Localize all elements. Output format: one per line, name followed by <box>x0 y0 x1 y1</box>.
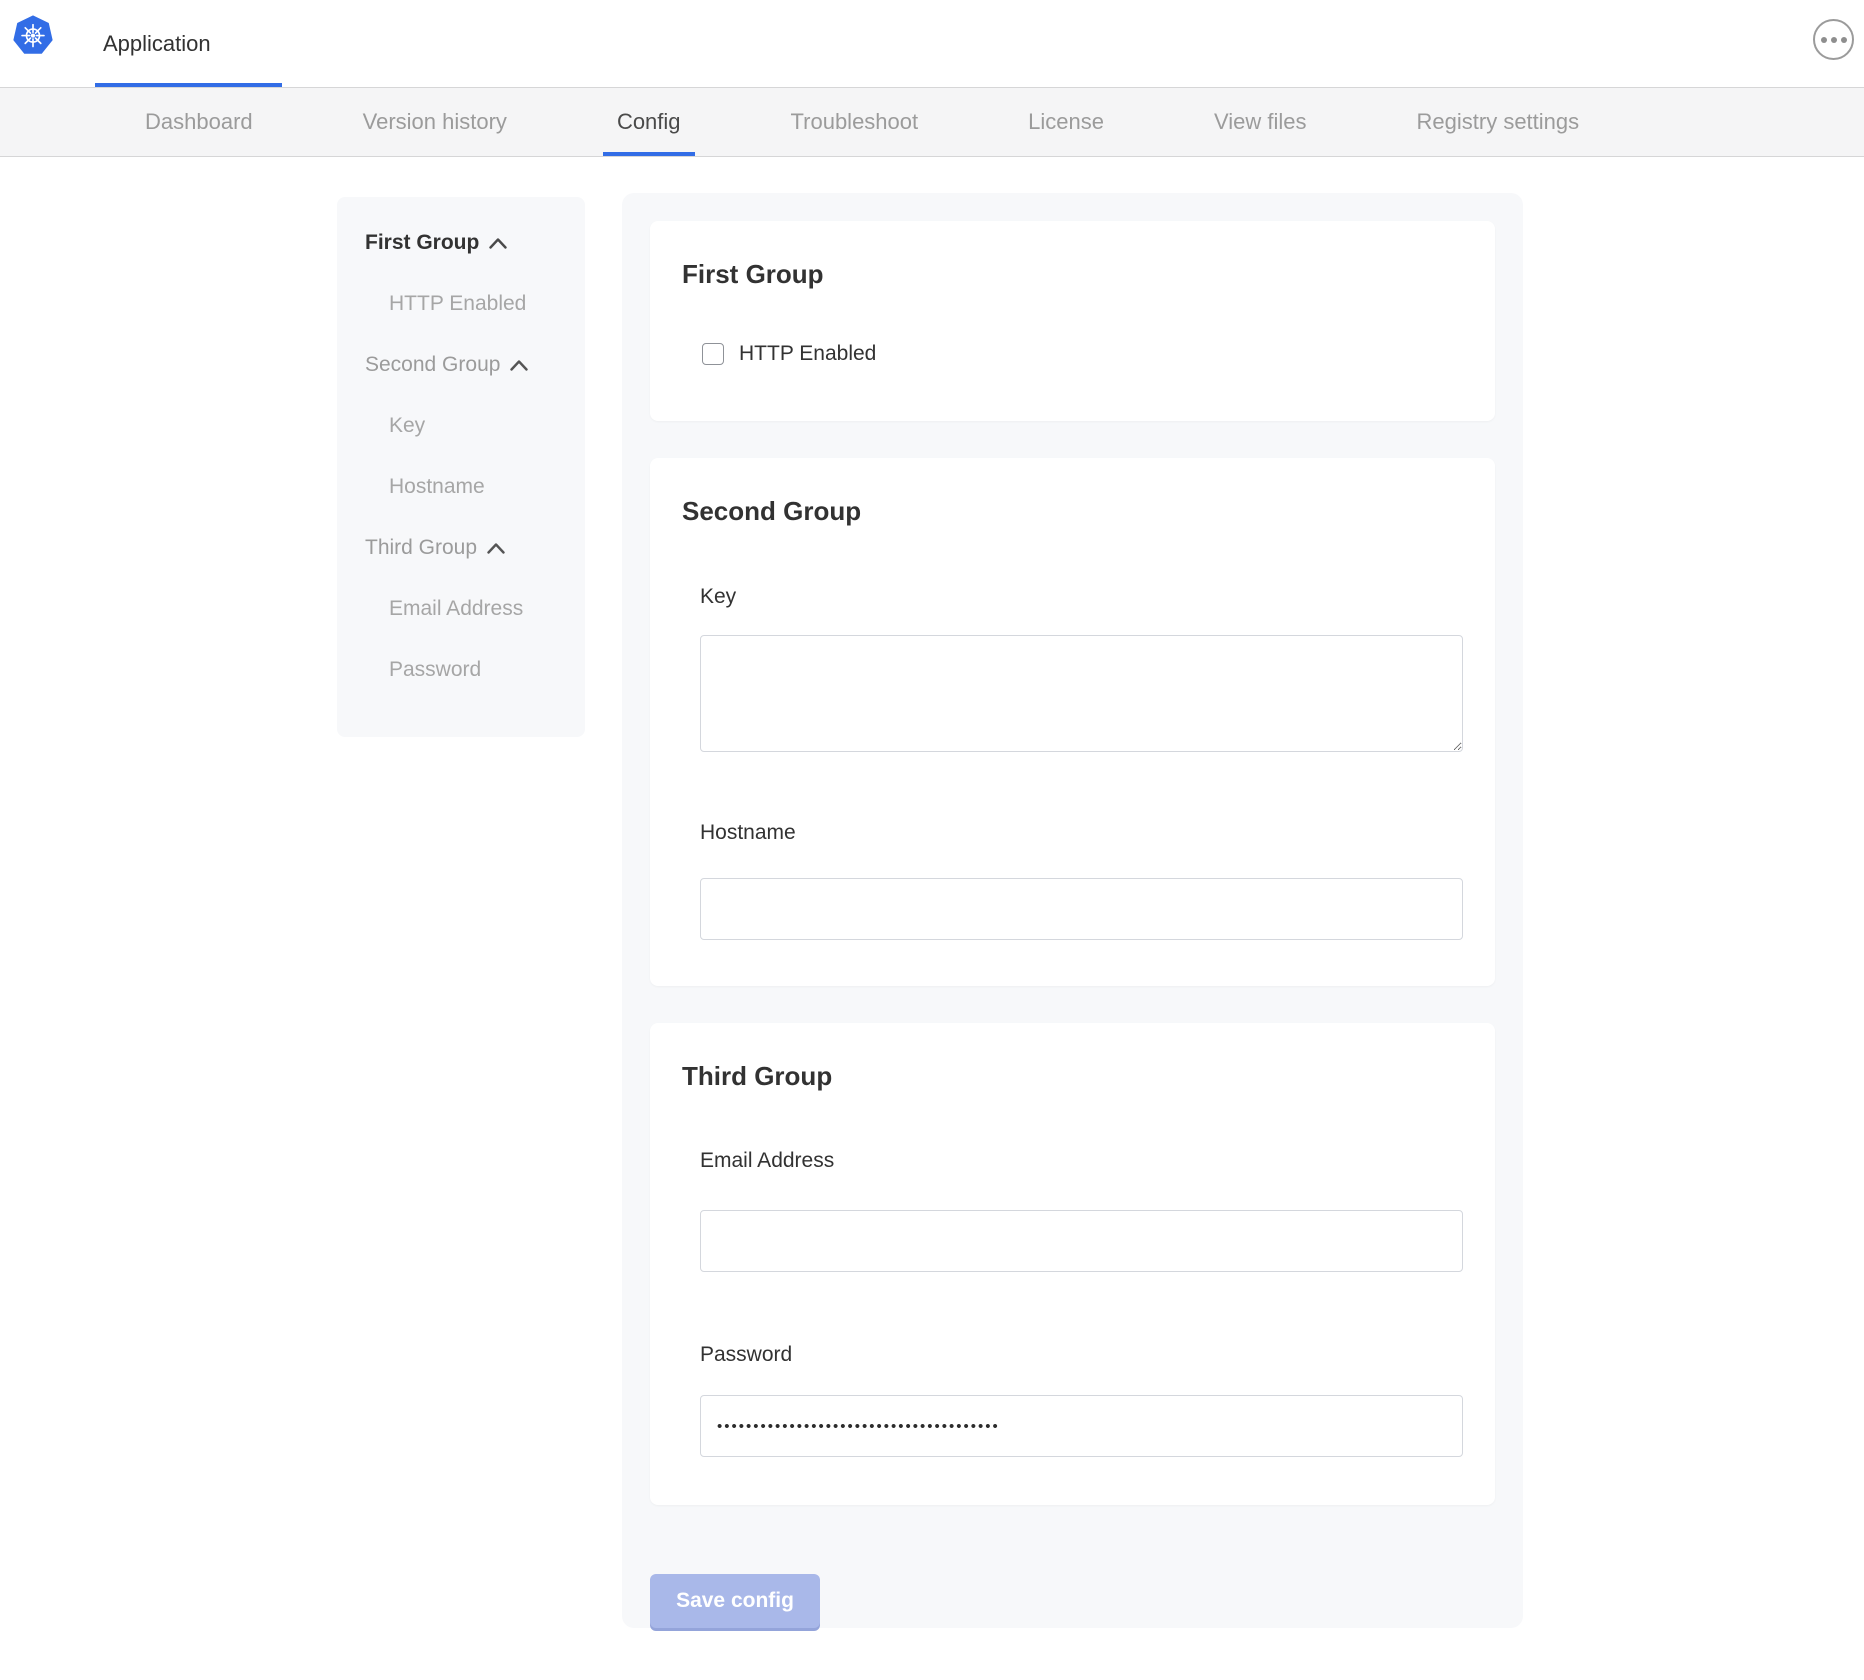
http-enabled-checkbox[interactable] <box>702 343 724 365</box>
application-tab-label: Application <box>103 31 211 57</box>
tab-view-files[interactable]: View files <box>1214 88 1307 156</box>
sidebar-item-hostname[interactable]: Hostname <box>389 475 585 499</box>
sidebar-group-label: Third Group <box>365 536 477 560</box>
tab-label: Registry settings <box>1417 109 1580 135</box>
email-address-label: Email Address <box>700 1149 1463 1173</box>
kubernetes-logo-icon <box>12 14 54 58</box>
tab-version-history[interactable]: Version history <box>363 88 507 156</box>
hostname-input[interactable] <box>700 878 1463 940</box>
ellipsis-menu-icon[interactable] <box>1813 19 1854 60</box>
ellipsis-dot <box>1841 37 1847 43</box>
sidebar-item-http-enabled[interactable]: HTTP Enabled <box>389 292 585 316</box>
group-title: Third Group <box>682 1061 1463 1092</box>
sidebar-item-email-address[interactable]: Email Address <box>389 597 585 621</box>
tab-troubleshoot[interactable]: Troubleshoot <box>791 88 919 156</box>
sidebar-group-first-group[interactable]: First Group <box>365 231 585 255</box>
tab-config[interactable]: Config <box>617 88 681 156</box>
sidebar-item-label: Hostname <box>389 475 485 499</box>
key-textarea[interactable] <box>700 635 1463 752</box>
sidebar-group-third-group[interactable]: Third Group <box>365 536 585 560</box>
tab-label: License <box>1028 109 1104 135</box>
group-title: Second Group <box>682 496 1463 527</box>
config-group-card-third: Third Group Email Address Password <box>650 1023 1495 1505</box>
config-group-card-second: Second Group Key Hostname <box>650 458 1495 986</box>
tab-dashboard[interactable]: Dashboard <box>145 88 253 156</box>
chevron-up-icon <box>489 238 507 249</box>
top-app-bar: Application <box>0 0 1864 87</box>
tab-label: Troubleshoot <box>791 109 919 135</box>
tab-label: Config <box>617 109 681 135</box>
tab-application[interactable]: Application <box>95 0 282 87</box>
password-input[interactable] <box>700 1395 1463 1457</box>
save-config-button[interactable]: Save config <box>650 1574 820 1628</box>
tab-license[interactable]: License <box>1028 88 1104 156</box>
sidebar-group-label: First Group <box>365 231 479 255</box>
ellipsis-dot <box>1821 37 1827 43</box>
sidebar-item-label: Email Address <box>389 597 523 621</box>
chevron-up-icon <box>510 360 528 371</box>
tab-label: Version history <box>363 109 507 135</box>
password-label: Password <box>700 1343 1463 1367</box>
sidebar-item-label: HTTP Enabled <box>389 292 526 316</box>
sidebar-item-key[interactable]: Key <box>389 414 585 438</box>
ellipsis-dot <box>1831 37 1837 43</box>
tab-registry-settings[interactable]: Registry settings <box>1417 88 1580 156</box>
group-title: First Group <box>682 259 1463 290</box>
http-enabled-label: HTTP Enabled <box>739 342 876 366</box>
chevron-up-icon <box>487 543 505 554</box>
sidebar-group-label: Second Group <box>365 353 500 377</box>
tab-label: Dashboard <box>145 109 253 135</box>
app-subnav: Dashboard Version history Config Trouble… <box>0 87 1864 157</box>
key-label: Key <box>700 585 1463 609</box>
config-group-card-first: First Group HTTP Enabled <box>650 221 1495 421</box>
config-panel: First Group HTTP Enabled Second Group Ke… <box>622 193 1523 1628</box>
http-enabled-field: HTTP Enabled <box>702 342 1463 366</box>
sidebar-group-second-group[interactable]: Second Group <box>365 353 585 377</box>
sidebar-item-label: Password <box>389 658 481 682</box>
tab-label: View files <box>1214 109 1307 135</box>
sidebar-item-password[interactable]: Password <box>389 658 585 682</box>
hostname-label: Hostname <box>700 821 1463 845</box>
sidebar-item-label: Key <box>389 414 425 438</box>
config-group-sidebar: First Group HTTP Enabled Second Group Ke… <box>337 197 585 737</box>
email-address-input[interactable] <box>700 1210 1463 1272</box>
